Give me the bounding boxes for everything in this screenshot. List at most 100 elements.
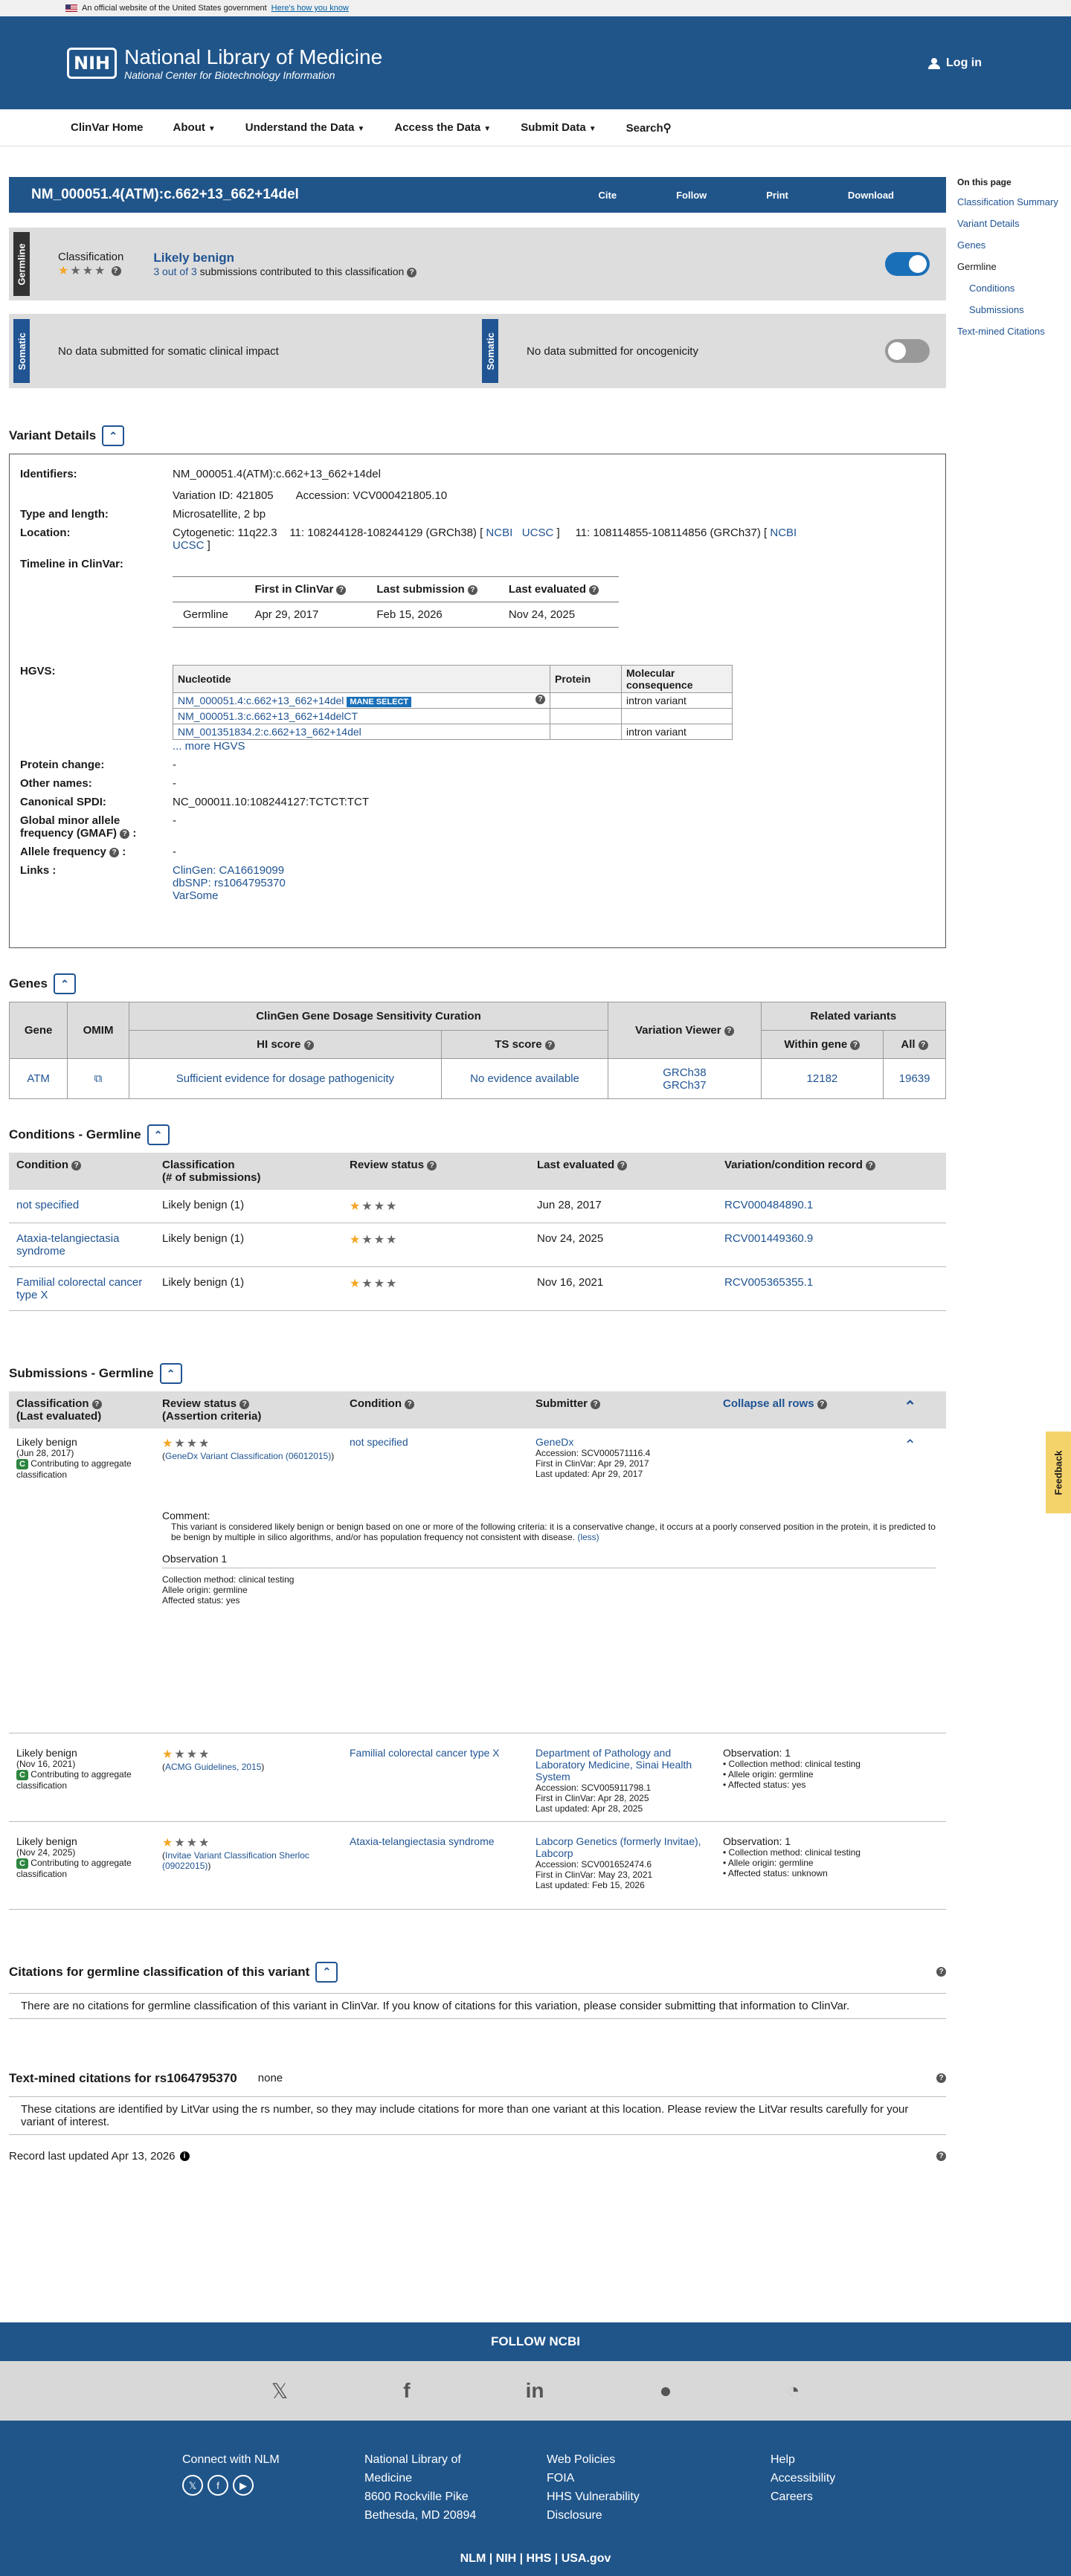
germline-toggle[interactable] [885,252,930,276]
help-icon[interactable]: ? [724,1025,734,1036]
footer-link[interactable]: Disclosure [547,2506,640,2525]
follow-button[interactable]: Follow [676,190,707,201]
help-icon[interactable]: ? [591,1399,601,1409]
chevron-up-icon[interactable]: ⌃ [315,1961,338,1983]
help-icon[interactable]: ? [405,1399,415,1409]
chevron-up-icon[interactable]: ⌃ [904,1436,916,1455]
help-icon[interactable]: ? [936,2151,946,2161]
help-icon[interactable]: ? [91,1399,102,1409]
sidebar-item-submissions[interactable]: Submissions [957,304,1069,315]
help-icon[interactable]: ? [544,1040,555,1050]
sub-condition-link[interactable]: not specified [342,1429,528,1487]
hi-score-link[interactable]: Sufficient evidence for dosage pathogeni… [128,1058,442,1099]
sidebar-item-text-mined[interactable]: Text-mined Citations [957,326,1069,337]
submitter-link[interactable]: Department of Pathology and Laboratory M… [536,1747,708,1783]
chevron-up-icon[interactable]: ⌃ [159,1363,182,1384]
facebook-icon[interactable]: f [208,2475,228,2496]
nav-submit[interactable]: Submit Data ▼ [521,121,596,134]
sub-condition-link[interactable]: Familial colorectal cancer type X [342,1733,528,1821]
footer-link[interactable]: Careers [771,2488,835,2506]
nav-clinvar-home[interactable]: ClinVar Home [71,121,144,134]
within-gene-link[interactable]: 12182 [760,1058,884,1099]
help-icon[interactable]: ? [71,1160,82,1171]
help-icon[interactable]: ? [303,1040,314,1050]
rcv-link[interactable]: RCV001449360.9 [717,1223,946,1267]
help-icon[interactable]: ? [427,1160,437,1171]
hgvs-link[interactable]: NM_000051.4:c.662+13_662+14del [178,695,344,706]
nav-search[interactable]: Search⚲ [626,121,672,135]
nav-access[interactable]: Access the Data ▼ [394,121,491,134]
footer-link[interactable]: Accessibility [771,2469,835,2488]
footer-link[interactable]: FOIA [547,2469,640,2488]
help-icon[interactable]: ? [111,265,121,276]
dbsnp-link[interactable]: dbSNP: rs1064795370 [173,877,286,889]
external-link-icon[interactable]: ⧉ [67,1058,129,1099]
sidebar-item-conditions[interactable]: Conditions [957,283,1069,294]
facebook-icon[interactable]: f [403,2379,410,2403]
linkedin-icon[interactable]: in [526,2379,544,2403]
help-icon[interactable]: ? [936,1967,946,1977]
classification-value[interactable]: Likely benign [153,251,416,265]
nlm-logo[interactable]: NIH National Library of Medicine National… [67,45,382,81]
grch37-viewer-link[interactable]: GRCh37 [614,1079,755,1092]
nav-understand[interactable]: Understand the Data ▼ [245,121,365,134]
youtube-icon[interactable]: ▶ [233,2475,254,2496]
rcv-link[interactable]: RCV005365355.1 [717,1266,946,1311]
condition-link[interactable]: Ataxia-telangiectasia syndrome [9,1223,155,1267]
chevron-up-icon[interactable]: ⌃ [102,425,125,446]
somatic-toggle[interactable] [885,339,930,363]
download-button[interactable]: Download [848,190,894,201]
help-icon[interactable]: ? [589,585,599,595]
sidebar-item-classification[interactable]: Classification Summary [957,196,1069,207]
submitter-link[interactable]: Labcorp Genetics (formerly Invitae), Lab… [536,1835,708,1859]
less-link[interactable]: (less) [577,1532,599,1542]
nav-about[interactable]: About ▼ [173,121,216,134]
help-icon[interactable]: ? [120,828,130,839]
cite-button[interactable]: Cite [599,190,617,201]
rss-icon[interactable]: ◔ [787,2379,800,2403]
chevron-up-icon[interactable]: ⌃ [904,1397,916,1416]
github-icon[interactable]: ● [659,2379,672,2403]
footer-bottom-links[interactable]: NLM | NIH | HHS | USA.gov [0,2552,1071,2566]
ucsc-link[interactable]: UCSC [522,527,554,539]
help-icon[interactable]: ? [617,1160,628,1171]
chevron-up-icon[interactable]: ⌃ [147,1124,170,1145]
ncbi-link[interactable]: NCBI [486,527,512,539]
help-icon[interactable]: ? [918,1040,928,1050]
print-button[interactable]: Print [766,190,788,201]
condition-link[interactable]: not specified [9,1190,155,1223]
submitter-link[interactable]: GeneDx [536,1436,708,1448]
footer-link[interactable]: Web Policies [547,2450,640,2469]
gene-link[interactable]: ATM [8,1058,68,1099]
condition-link[interactable]: Familial colorectal cancer type X [9,1266,155,1311]
login-button[interactable]: Log in [928,57,982,70]
feedback-button[interactable]: Feedback [1046,1432,1071,1513]
x-icon[interactable]: 𝕏 [271,2379,289,2403]
help-icon[interactable]: ? [467,585,477,595]
ts-score-link[interactable]: No evidence available [440,1058,609,1099]
criteria-link[interactable]: GeneDx Variant Classification (06012015) [165,1451,331,1461]
help-icon[interactable]: ? [850,1040,861,1050]
sidebar-item-genes[interactable]: Genes [957,239,1069,251]
ncbi-link-2[interactable]: NCBI [770,527,797,539]
clingen-link[interactable]: ClinGen: CA16619099 [173,864,286,877]
help-icon[interactable]: ? [336,585,347,595]
help-icon[interactable]: ? [109,847,120,857]
sub-condition-link[interactable]: Ataxia-telangiectasia syndrome [342,1821,528,1909]
collapse-all-button[interactable]: Collapse all rows [723,1397,814,1410]
help-icon[interactable]: ? [866,1160,876,1171]
x-icon[interactable]: 𝕏 [182,2475,203,2496]
grch38-viewer-link[interactable]: GRCh38 [614,1066,755,1079]
help-icon[interactable]: ? [936,2073,946,2083]
all-variants-link[interactable]: 19639 [883,1058,946,1099]
footer-link[interactable]: HHS Vulnerability [547,2488,640,2506]
rcv-link[interactable]: RCV000484890.1 [717,1190,946,1223]
ucsc-link-2[interactable]: UCSC [173,539,205,552]
help-icon[interactable]: ? [536,695,545,704]
info-icon[interactable]: i [179,2151,190,2161]
hgvs-link[interactable]: NM_001351834.2:c.662+13_662+14del [178,726,361,738]
help-icon[interactable]: ? [239,1399,250,1409]
criteria-link[interactable]: ACMG Guidelines, 2015 [165,1762,261,1772]
chevron-up-icon[interactable]: ⌃ [53,973,76,994]
help-icon[interactable]: ? [407,267,417,277]
